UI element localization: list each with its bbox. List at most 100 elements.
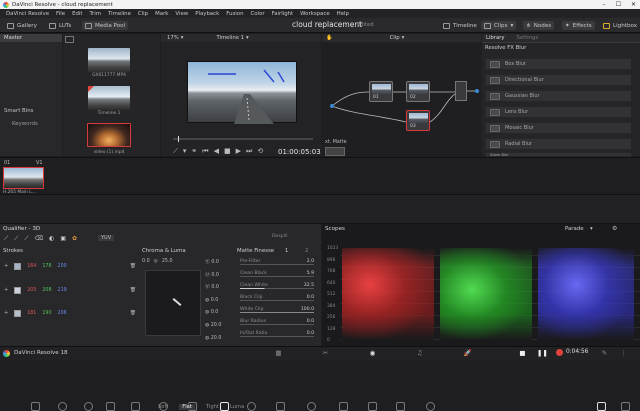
clip-thumbnail-2[interactable] [88,86,130,110]
menu-timeline[interactable]: Timeline [108,11,131,17]
external-matte-node[interactable] [325,147,345,156]
u-value[interactable]: 0.0 [211,273,219,278]
hdr-wheels-icon[interactable] [84,402,93,411]
fx-box-blur[interactable]: Box Blur [485,58,632,70]
menu-clip[interactable]: Clip [138,11,148,17]
more-options-icon[interactable]: ⋮ [619,349,628,357]
r4-value[interactable]: 20.0 [211,336,222,341]
expand-icon[interactable]: + [4,310,8,316]
color-wheels-icon[interactable] [58,402,67,411]
media-page-icon[interactable]: ▦ [274,349,283,357]
menu-playback[interactable]: Playback [195,11,219,17]
pointer-icon[interactable]: ⟋ [173,147,178,156]
scopes-icon[interactable] [597,402,606,411]
matte-black-clip[interactable]: Black Clip 0.0 [237,292,317,302]
color-space-select[interactable]: YUV [98,235,115,241]
rgb-mixer-icon[interactable] [106,402,115,411]
minimize-button[interactable]: – [603,1,606,8]
matte-clean-black[interactable]: Clean Black 5.9 [237,268,317,278]
repeat-icon[interactable]: ⟲ [257,147,263,156]
tab-settings[interactable]: Settings [517,35,539,41]
menu-help[interactable]: Help [337,11,349,17]
matte-white-clip[interactable]: White Clip 100.0 [237,304,317,314]
y-value[interactable]: 0.0 [211,260,219,265]
tab-library[interactable]: Library [486,35,505,41]
gallery-button[interactable]: Gallery [4,21,40,30]
timeline-toggle-button[interactable]: Timeline [440,21,480,30]
info-icon[interactable] [621,402,630,411]
chroma-range-row[interactable]: 0.0 ◎ 25.0 [142,256,202,266]
lightbox-button[interactable]: Lightbox [600,21,640,30]
clips-button[interactable]: Clips ▾ [481,21,517,30]
pause-icon[interactable]: ❚❚ [537,349,548,357]
fx-lens-blur[interactable]: Lens Blur [485,106,632,118]
highlight-icon[interactable]: ▣ [60,235,66,243]
trash-icon[interactable]: 🗑 [130,288,136,293]
menu-workspace[interactable]: Workspace [300,11,329,17]
nodes-button[interactable]: ⋔ Nodes [523,21,555,30]
menu-view[interactable]: View [175,11,188,17]
chroma-luma-graph[interactable] [145,270,201,336]
media-pool-button[interactable]: Media Pool [82,21,129,30]
fx-radial-blur[interactable]: Radial Blur [485,138,632,150]
camera-raw-icon[interactable] [31,402,40,411]
viewer-zoom[interactable]: 17% [167,35,179,41]
node-03[interactable]: 03 [406,110,430,131]
color-page-icon[interactable]: ◉ [368,349,377,357]
key-icon[interactable] [368,402,377,411]
blur-palette-icon[interactable] [339,402,348,411]
menu-mark[interactable]: Mark [155,11,168,17]
clip-thumbnail-3[interactable] [87,123,131,147]
tab-tight[interactable]: Tight [206,404,219,410]
reverse-icon[interactable]: ◀ [214,147,219,156]
fx-gaussian-blur[interactable]: Gaussian Blur [485,90,632,102]
menu-trim[interactable]: Trim [90,11,101,17]
viewer-scrubber[interactable] [173,138,313,140]
r2-value[interactable]: 0.0 [211,310,219,315]
r3-value[interactable]: 20.0 [211,323,222,328]
r1-value[interactable]: 0.0 [211,298,219,303]
maximize-button[interactable]: ☐ [616,1,621,8]
picker-plus-icon[interactable]: ⟋ [24,235,28,243]
sizing-icon[interactable] [396,402,405,411]
chroma-a-value[interactable]: 0.0 [142,259,150,264]
list-view-icon[interactable] [65,36,74,43]
timeline-clip-thumbnail[interactable] [3,167,44,189]
despill-toggle[interactable]: Despill [272,234,288,239]
record-icon[interactable] [556,349,563,356]
trash-icon[interactable]: 🗑 [130,264,136,269]
edit-pencil-icon[interactable]: ✎ [600,349,609,357]
jump-end-icon[interactable]: ⏭ [246,147,252,156]
tab-soft[interactable]: Soft [158,404,168,410]
stroke-row-3[interactable]: + 181 190 206 🗑 [4,307,136,319]
tracker-icon[interactable] [276,402,285,411]
motion-effects-icon[interactable] [131,402,140,411]
matte-page-1[interactable]: 1 [285,248,288,254]
invert-icon[interactable]: ◐ [49,235,54,243]
viewer-timeline-name[interactable]: Timeline 1 [216,35,244,41]
menu-edit[interactable]: Edit [72,11,82,17]
picker-minus-icon[interactable]: ⟋ [14,235,18,243]
scope-settings-icon[interactable]: ⚙ [612,225,617,232]
stop-icon[interactable]: ■ [224,147,231,156]
matte-pre-filter[interactable]: Pre-Filter 2.0 [237,256,317,266]
bin-master[interactable]: Master [0,34,62,42]
luts-button[interactable]: LUTs [46,21,74,30]
picker-icon[interactable]: ⟋ [4,235,8,243]
playhead[interactable] [178,136,179,142]
expand-icon[interactable]: + [4,263,8,269]
stroke-row-1[interactable]: + 164 178 200 🗑 [4,260,136,272]
color-wheel-icon[interactable]: ✿ [72,235,77,243]
effects-button[interactable]: ✦ Effects [562,21,595,30]
chroma-b-value[interactable]: 25.0 [162,259,173,264]
close-button[interactable]: ✕ [631,1,636,8]
fx-mosaic-blur[interactable]: Mosaic Blur [485,122,632,134]
menu-fusion[interactable]: Fusion [226,11,243,17]
fairlight-page-icon[interactable]: ♫ [415,349,424,357]
deliver-page-icon[interactable]: 🚀 [463,349,472,357]
3d-icon[interactable] [426,402,435,411]
viewer-frame[interactable] [187,61,297,124]
trash-icon[interactable]: 🗑 [130,311,136,316]
window-icon[interactable] [247,402,256,411]
matte-clean-white[interactable]: Clean White 32.5 [237,280,317,290]
